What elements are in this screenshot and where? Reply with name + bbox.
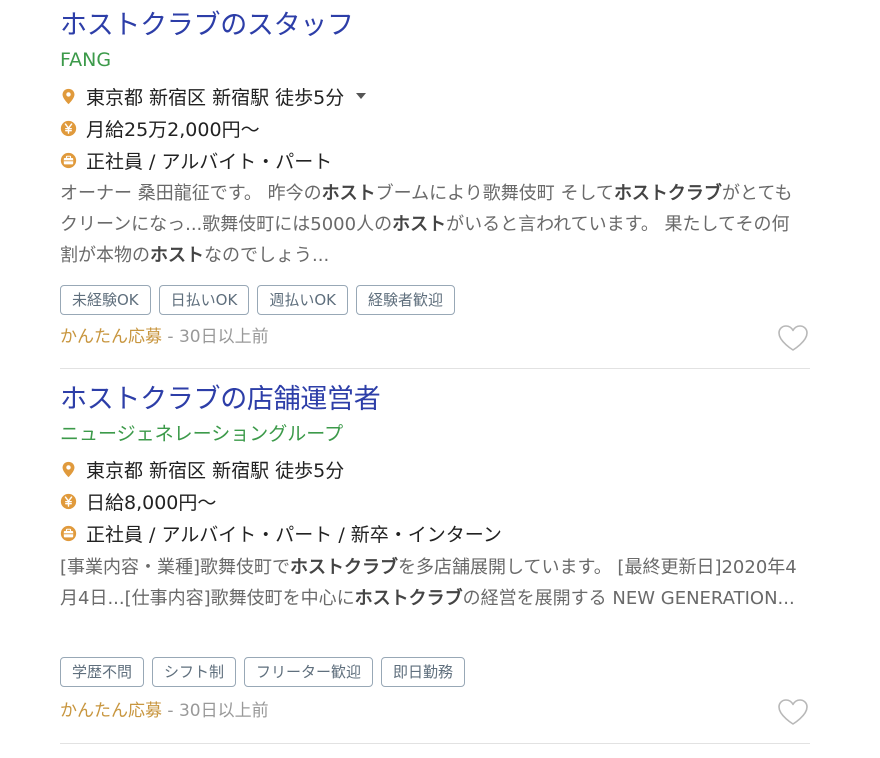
map-pin-icon <box>62 461 75 477</box>
job-tags: 学歴不問 シフト制 フリーター歓迎 即日勤務 <box>60 657 473 687</box>
snippet-text: ブームにより歌舞伎町 そして <box>375 183 614 204</box>
snippet-text: の経営を展開する NEW GENERATION... <box>462 588 795 609</box>
easy-apply-label: かんたん応募 <box>60 701 162 721</box>
job-tags: 未経験OK 日払いOK 週払いOK 経験者歓迎 <box>60 285 463 315</box>
company-name-link[interactable]: FANG <box>60 47 111 73</box>
briefcase-icon <box>60 525 77 541</box>
snippet-text: なのでしょう... <box>204 245 330 266</box>
job-tag: 週払いOK <box>257 285 348 315</box>
job-tag: 経験者歓迎 <box>355 285 455 315</box>
job-tag: 即日勤務 <box>381 657 466 687</box>
briefcase-icon <box>60 152 77 168</box>
heart-icon[interactable] <box>776 323 810 353</box>
snippet-highlight: ホスト <box>321 183 376 204</box>
job-tag: シフト制 <box>152 657 237 687</box>
yen-icon <box>60 493 77 509</box>
job-title-link[interactable]: ホストクラブのスタッフ <box>60 6 354 46</box>
salary-text: 月給25万2,000円〜 <box>86 118 260 141</box>
location-text: 東京都 新宿区 新宿駅 徒歩5分 <box>86 459 345 482</box>
job-card: ホストクラブの店舗運営者 ニュージェネレーショングループ 東京都 新宿区 新宿駅… <box>60 380 810 744</box>
snippet-highlight: ホストクラブ <box>290 557 399 578</box>
snippet-highlight: ホストクラブ <box>354 588 463 609</box>
location-dropdown-caret-icon[interactable] <box>356 93 367 99</box>
job-tag: 未経験OK <box>60 285 151 315</box>
job-salary: 日給8,000円〜 <box>60 486 216 516</box>
location-text: 東京都 新宿区 新宿駅 徒歩5分 <box>86 86 345 109</box>
heart-icon[interactable] <box>776 697 810 727</box>
job-footer: かんたん応募 - 30日以上前 <box>60 698 269 724</box>
job-employment-type: 正社員 / アルバイト・パート <box>60 145 332 175</box>
snippet-highlight: ホストクラブ <box>613 183 722 204</box>
yen-icon <box>60 120 77 136</box>
job-footer: かんたん応募 - 30日以上前 <box>60 324 269 350</box>
snippet-highlight: ホスト <box>150 245 204 266</box>
snippet-text: オーナー 桑田龍征です。 昨今の <box>60 183 322 204</box>
easy-apply-label: かんたん応募 <box>60 327 162 347</box>
company-name-link[interactable]: ニュージェネレーショングループ <box>60 421 343 447</box>
salary-text: 日給8,000円〜 <box>86 491 217 514</box>
footer-separator: - <box>167 327 174 347</box>
footer-separator: - <box>167 701 174 721</box>
job-location: 東京都 新宿区 新宿駅 徒歩5分 <box>60 454 344 484</box>
job-salary: 月給25万2,000円〜 <box>60 113 260 143</box>
map-pin-icon <box>62 88 75 104</box>
job-card: ホストクラブのスタッフ FANG 東京都 新宿区 新宿駅 徒歩5分 月給25万2… <box>60 6 810 369</box>
posted-date: 30日以上前 <box>178 701 269 721</box>
employment-text: 正社員 / アルバイト・パート / 新卒・インターン <box>86 523 502 546</box>
job-snippet: オーナー 桑田龍征です。 昨今のホストブームにより歌舞伎町 そしてホストクラブが… <box>60 178 805 271</box>
job-tag: 日払いOK <box>158 285 250 315</box>
posted-date: 30日以上前 <box>178 327 269 347</box>
snippet-text: [事業内容・業種]歌舞伎町で <box>60 557 291 578</box>
job-employment-type: 正社員 / アルバイト・パート / 新卒・インターン <box>60 518 502 548</box>
job-tag: 学歴不問 <box>60 657 145 687</box>
snippet-highlight: ホスト <box>392 214 447 235</box>
job-tag: フリーター歓迎 <box>244 657 374 687</box>
job-snippet: [事業内容・業種]歌舞伎町でホストクラブを多店舗展開しています。 [最終更新日]… <box>60 552 805 614</box>
employment-text: 正社員 / アルバイト・パート <box>86 150 333 173</box>
job-location: 東京都 新宿区 新宿駅 徒歩5分 <box>60 81 367 111</box>
job-title-link[interactable]: ホストクラブの店舗運営者 <box>60 380 381 420</box>
